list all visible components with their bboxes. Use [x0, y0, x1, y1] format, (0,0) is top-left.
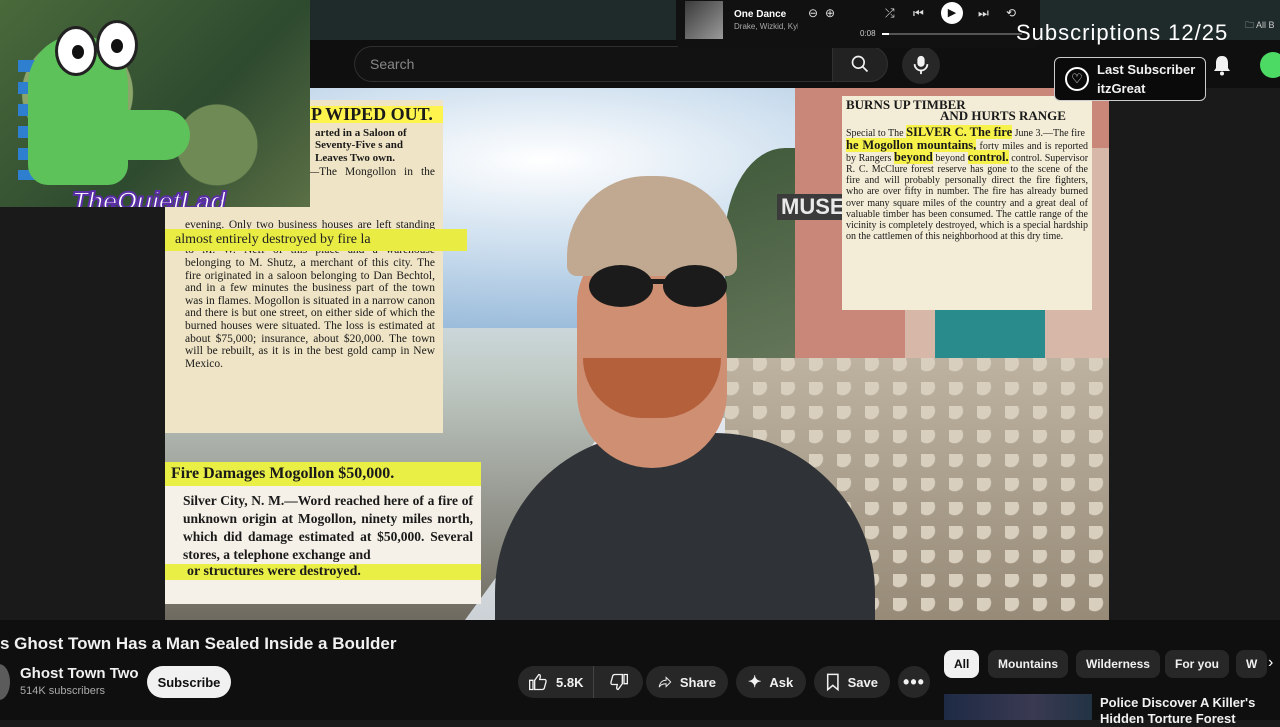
- elapsed-time: 0:08: [860, 29, 876, 38]
- more-actions-button[interactable]: •••: [898, 666, 930, 698]
- voice-search-button[interactable]: [902, 46, 940, 84]
- recommended-video-thumbnail[interactable]: [944, 694, 1092, 720]
- more-horizontal-icon: •••: [903, 671, 925, 692]
- subscribe-button[interactable]: Subscribe: [147, 666, 231, 698]
- mini-music-player[interactable]: One Dance Drake, Wizkid, Kyla ⊖ ⊕ ⤮ ⏮ ▶ …: [676, 0, 1040, 48]
- chip-more[interactable]: W: [1236, 650, 1268, 678]
- all-bookmarks-label: All B: [1256, 20, 1275, 30]
- recommended-video-title[interactable]: Police Discover A Killer's Hidden Tortur…: [1100, 695, 1270, 727]
- clipping-text: June 3.—The fire: [1014, 128, 1085, 140]
- clipping-text: control. Supervisor R. C. McClure forest…: [846, 152, 1089, 243]
- folder-icon: 🗀: [1245, 20, 1255, 30]
- search-input[interactable]: Search: [354, 46, 832, 82]
- add-icon[interactable]: ⊕: [825, 6, 835, 20]
- bookmark-icon: [826, 673, 839, 692]
- chip-for-you[interactable]: For you: [1165, 650, 1229, 678]
- croc-pupil: [72, 45, 84, 59]
- play-button[interactable]: ▶: [941, 2, 963, 24]
- last-subscriber-alert: ♡ Last Subscriber itzGreat: [1054, 57, 1206, 101]
- track-title: One Dance: [734, 9, 787, 20]
- croc-pupil: [111, 39, 123, 53]
- share-label: Share: [679, 674, 716, 690]
- clipping-body: Silver City, N. M.—Word reached here of …: [183, 493, 473, 562]
- save-label: Save: [847, 674, 878, 690]
- croc-snout: [90, 110, 190, 160]
- microphone-icon: [913, 55, 929, 75]
- progress-bar[interactable]: [882, 33, 1022, 35]
- channel-name[interactable]: Ghost Town Two: [20, 665, 139, 682]
- search-button[interactable]: [832, 46, 888, 82]
- clipping-body: Special to The SILVER C. The fire June 3…: [842, 125, 1092, 243]
- croc-eye-right: [96, 20, 138, 70]
- search-icon: [851, 55, 869, 73]
- clipping-headline: Fire Damages Mogollon $50,000.: [165, 462, 481, 486]
- clipping-highlight: or structures were destroyed.: [165, 564, 481, 580]
- bell-icon: [1214, 56, 1230, 76]
- previous-track-icon[interactable]: ⏮: [913, 6, 924, 21]
- progress-fill: [882, 33, 889, 35]
- recommendation-filter-chips: All Mountains Wilderness For you W: [944, 650, 1280, 678]
- streamer-cam-overlay: TheQuietLad: [0, 0, 310, 207]
- share-icon: [658, 676, 672, 688]
- account-avatar[interactable]: [1260, 52, 1280, 78]
- croc-eye-left: [55, 26, 97, 76]
- clipping-highlight: beyond: [893, 149, 933, 164]
- chip-all[interactable]: All: [944, 650, 980, 678]
- share-button[interactable]: Share: [646, 666, 728, 698]
- track-artist: Drake, Wizkid, Kyla: [734, 22, 798, 31]
- clipping-highlight: almost entirely destroyed by fire la: [165, 229, 467, 251]
- heart-icon: ♡: [1065, 67, 1089, 91]
- clipping-text: beyond: [935, 152, 965, 164]
- like-count: 5.8K: [556, 674, 584, 690]
- repeat-icon[interactable]: ⟲: [1006, 6, 1016, 20]
- clipping-highlight: control.: [967, 149, 1009, 164]
- video-person-sunglasses: [589, 265, 727, 307]
- chip-wilderness[interactable]: Wilderness: [1076, 650, 1160, 678]
- notifications-button[interactable]: [1212, 54, 1232, 81]
- last-subscriber-label: Last Subscriber: [1097, 62, 1196, 77]
- thumbs-down-icon: [609, 673, 628, 691]
- chip-mountains[interactable]: Mountains: [988, 650, 1068, 678]
- video-title: s Ghost Town Has a Man Sealed Inside a B…: [0, 634, 397, 653]
- museum-sign: MUSE: [777, 194, 849, 220]
- album-art: [685, 1, 723, 39]
- ask-label: Ask: [769, 674, 794, 690]
- like-button[interactable]: 5.8K: [518, 666, 593, 698]
- newspaper-clipping-fire-damages: Fire Damages Mogollon $50,000. Silver Ci…: [165, 462, 481, 604]
- thumbs-up-icon: [529, 673, 547, 691]
- all-bookmarks-link[interactable]: 🗀 All B: [1245, 18, 1275, 34]
- ask-button[interactable]: ✦ Ask: [736, 666, 806, 698]
- shuffle-icon[interactable]: ⤮: [885, 6, 895, 21]
- newspaper-clipping-burns-timber: BURNS UP TIMBER AND HURTS RANGE Special …: [842, 96, 1092, 310]
- remove-icon[interactable]: ⊖: [808, 6, 818, 20]
- subscription-goal-counter: Subscriptions 12/25: [1016, 20, 1229, 45]
- next-track-icon[interactable]: ⏭: [978, 6, 989, 21]
- save-button[interactable]: Save: [814, 666, 890, 698]
- clipping-headline: P WIPED OUT.: [305, 105, 443, 123]
- chevron-right-icon[interactable]: ›: [1268, 654, 1273, 672]
- streamer-name-logo: TheQuietLad: [71, 185, 227, 207]
- last-subscriber-name: itzGreat: [1097, 81, 1146, 96]
- sparkle-icon: ✦: [748, 674, 762, 691]
- channel-subscriber-count: 514K subscribers: [20, 685, 105, 697]
- dislike-button[interactable]: [593, 666, 643, 698]
